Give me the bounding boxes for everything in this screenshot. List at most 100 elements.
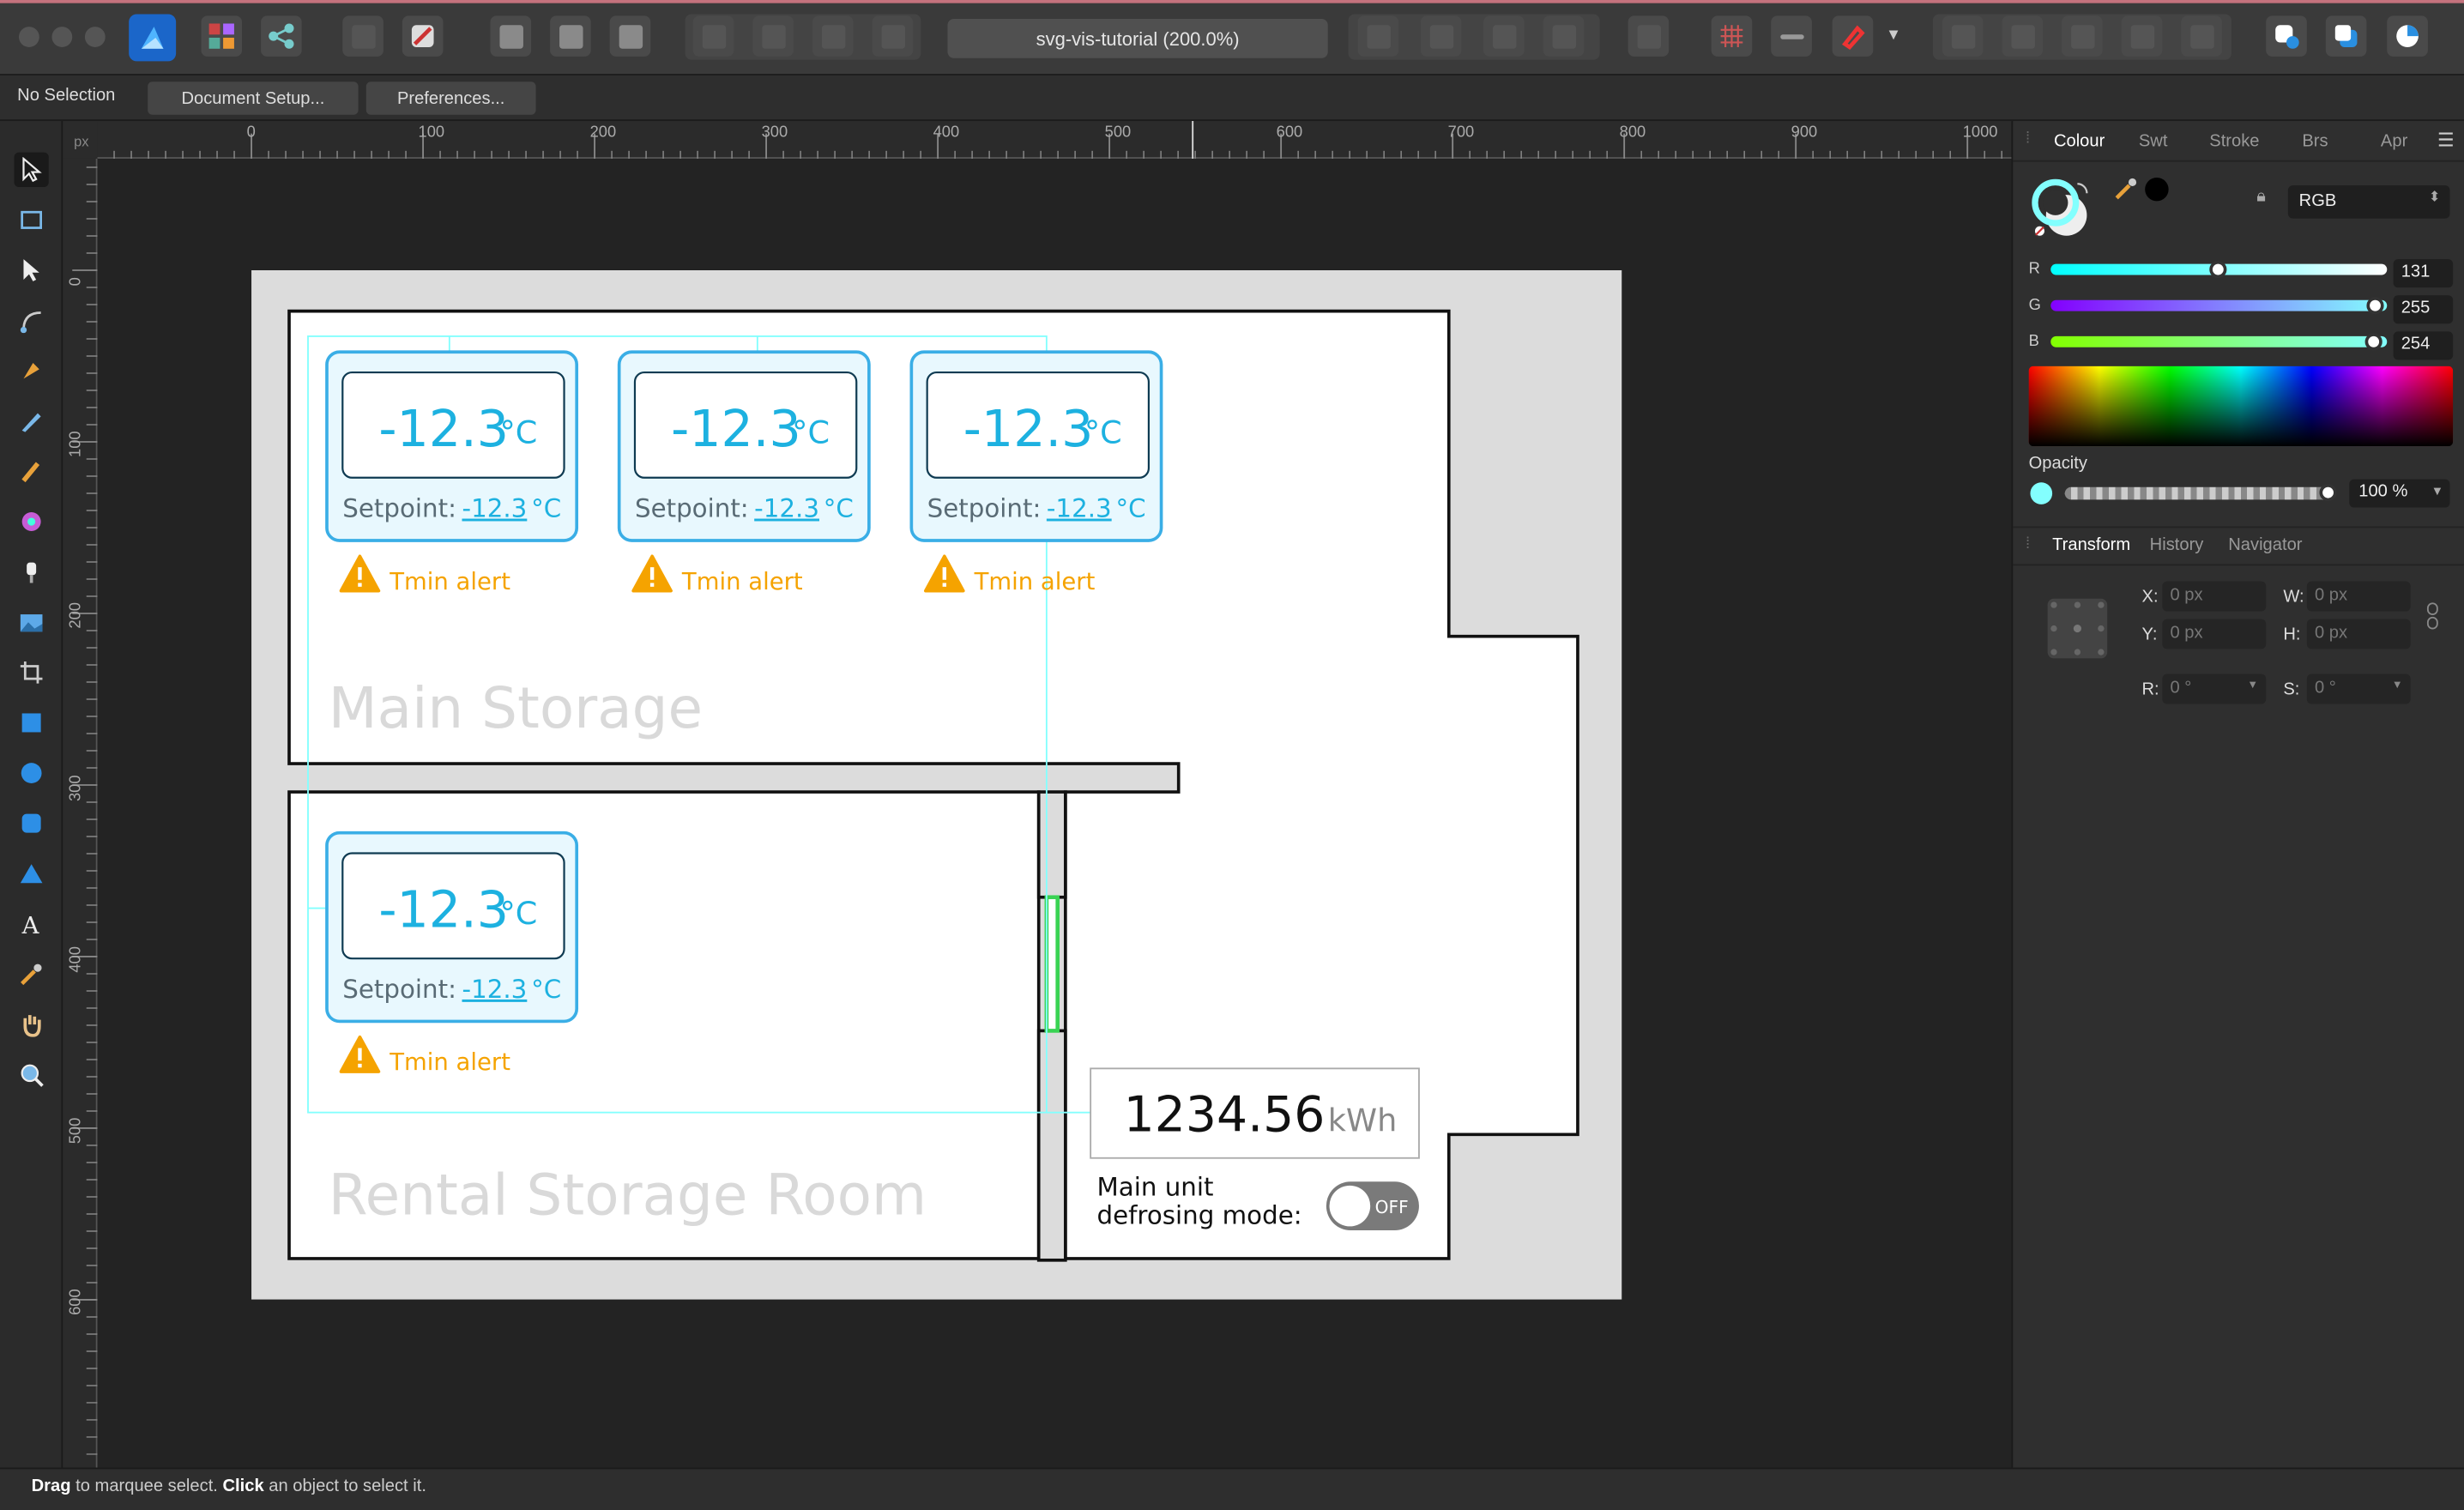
opacity-slider[interactable] xyxy=(2064,486,2333,500)
grid-icon[interactable] xyxy=(1711,15,1753,57)
channel-slider[interactable] xyxy=(2050,335,2388,347)
tab-brushes[interactable]: Brs xyxy=(2302,132,2328,151)
subtract-boolean-icon[interactable] xyxy=(2002,15,2044,57)
move-to-front-icon[interactable] xyxy=(872,15,914,57)
move-back-one-icon[interactable] xyxy=(752,15,794,57)
fill-stroke-well[interactable] xyxy=(2029,174,2101,240)
insert-inside-icon[interactable] xyxy=(2266,15,2307,57)
insert-behind-icon[interactable] xyxy=(2325,15,2367,57)
move-tool-icon[interactable] xyxy=(14,152,49,187)
channel-value-field[interactable]: 255 xyxy=(2393,295,2454,324)
align-icon[interactable] xyxy=(1628,15,1670,57)
view-hand-tool-icon[interactable] xyxy=(14,1007,48,1042)
shear-field[interactable]: 0 ° ▼ xyxy=(2306,673,2411,704)
setpoint-value[interactable]: -12.3 xyxy=(462,975,527,1004)
fill-tool-icon[interactable] xyxy=(14,504,48,539)
tab-history[interactable]: History xyxy=(2150,536,2204,555)
document-setup-button[interactable]: Document Setup... xyxy=(148,82,359,115)
tab-stroke[interactable]: Stroke xyxy=(2209,132,2259,151)
export-persona-icon[interactable] xyxy=(261,15,302,57)
x-field[interactable]: 0 px xyxy=(2162,581,2267,612)
window-minimize-button[interactable] xyxy=(51,27,73,47)
channel-value-field[interactable]: 131 xyxy=(2393,259,2454,288)
color-picker-tool-icon[interactable] xyxy=(14,957,48,991)
channel-slider-knob[interactable] xyxy=(2209,261,2227,279)
anchor-point-selector[interactable] xyxy=(2044,595,2111,661)
force-pixel-alignment-icon[interactable] xyxy=(402,15,444,57)
rectangle-tool-icon[interactable] xyxy=(14,705,48,740)
panel-grip-icon-2[interactable]: ⁞ xyxy=(2026,536,2030,553)
panel-menu-icon[interactable]: ☰ xyxy=(2437,129,2455,151)
channel-slider-knob[interactable] xyxy=(2366,297,2384,315)
crop-tool-icon[interactable] xyxy=(14,655,48,690)
colour-mode-select[interactable]: RGB ⬍ xyxy=(2287,185,2450,219)
designer-persona-icon[interactable] xyxy=(129,14,177,62)
window-close-button[interactable] xyxy=(18,27,39,47)
node-tool-icon[interactable] xyxy=(14,253,48,287)
snapping-options-icon[interactable] xyxy=(1771,15,1812,57)
snapping-magnet-icon[interactable] xyxy=(1832,15,1874,57)
transparency-tool-icon[interactable] xyxy=(14,554,48,589)
setpoint-value[interactable]: -12.3 xyxy=(462,494,527,523)
add-boolean-icon[interactable] xyxy=(1942,15,1984,57)
document-canvas[interactable]: Main Storage Rental Storage Room -12.3 °C… xyxy=(97,158,2012,1468)
channel-slider-knob[interactable] xyxy=(2364,333,2383,351)
move-to-back-icon[interactable] xyxy=(692,15,734,57)
rotate-right-icon[interactable] xyxy=(1543,15,1585,57)
ellipse-tool-icon[interactable] xyxy=(14,756,48,790)
xor-boolean-icon[interactable] xyxy=(2121,15,2163,57)
opacity-value-field[interactable]: 100 % ▼ xyxy=(2349,479,2450,508)
tab-appearance[interactable]: Apr xyxy=(2381,132,2407,151)
setpoint-value[interactable]: -12.3 xyxy=(1047,494,1112,523)
tab-navigator[interactable]: Navigator xyxy=(2228,536,2302,555)
divide-boolean-icon[interactable] xyxy=(2181,15,2222,57)
tab-swatches[interactable]: Swt xyxy=(2139,132,2168,151)
pen-tool-icon[interactable] xyxy=(14,353,48,388)
snap-to-grid-icon[interactable] xyxy=(490,15,532,57)
preferences-button[interactable]: Preferences... xyxy=(365,82,536,115)
colour-spectrum[interactable] xyxy=(2028,365,2454,447)
artistic-text-tool-icon[interactable]: A xyxy=(14,907,48,941)
artboard-tool-icon[interactable] xyxy=(14,202,48,237)
door-open[interactable] xyxy=(1044,895,1060,1033)
picked-colour-swatch[interactable] xyxy=(2145,177,2169,202)
panel-grip-icon[interactable]: ⁞ xyxy=(2026,130,2030,148)
eyedropper-icon[interactable] xyxy=(2114,176,2139,201)
tab-colour[interactable]: Colour xyxy=(2054,132,2105,151)
opacity-slider-knob[interactable] xyxy=(2319,484,2337,502)
flip-horizontal-icon[interactable] xyxy=(1357,15,1399,57)
channel-slider[interactable] xyxy=(2050,299,2388,311)
place-image-tool-icon[interactable] xyxy=(14,605,48,639)
pixel-persona-icon[interactable] xyxy=(201,15,243,57)
zoom-tool-icon[interactable] xyxy=(14,1058,48,1092)
y-field[interactable]: 0 px xyxy=(2162,619,2267,649)
intersect-boolean-icon[interactable] xyxy=(2062,15,2103,57)
move-forward-one-icon[interactable] xyxy=(812,15,854,57)
channel-value-field[interactable]: 254 xyxy=(2393,331,2454,360)
triangle-tool-icon[interactable] xyxy=(14,856,48,891)
pencil-tool-icon[interactable] xyxy=(14,404,48,438)
setpoint-value[interactable]: -12.3 xyxy=(754,494,819,523)
insert-top-icon[interactable] xyxy=(2387,15,2428,57)
window-zoom-button[interactable] xyxy=(84,27,106,47)
w-field[interactable]: 0 px xyxy=(2306,581,2411,612)
link-proportions-icon[interactable] xyxy=(2425,601,2440,630)
h-field[interactable]: 0 px xyxy=(2306,619,2411,649)
flip-vertical-icon[interactable] xyxy=(1420,15,1462,57)
tab-transform[interactable]: Transform xyxy=(2052,536,2130,555)
rotate-left-icon[interactable] xyxy=(1483,15,1525,57)
transform-mode-icon[interactable] xyxy=(609,15,651,57)
document-title[interactable]: svg-vis-tutorial (200.0%) xyxy=(947,18,1328,58)
horizontal-ruler[interactable]: 0 100 200 300 400 500 600 700 800 900 1000 xyxy=(97,121,2012,159)
pen-mode-icon[interactable] xyxy=(342,15,383,57)
rotation-field[interactable]: 0 ° ▼ xyxy=(2162,673,2267,704)
vertical-ruler[interactable]: 0 100 200 300 400 500 600 xyxy=(63,158,98,1468)
defrost-toggle[interactable]: OFF xyxy=(1326,1181,1419,1231)
snapping-dropdown-icon[interactable]: ▼ xyxy=(1886,27,1901,44)
defrost-toggle-knob[interactable] xyxy=(1329,1185,1371,1227)
lock-icon[interactable]: 🔒︎ xyxy=(2256,187,2266,208)
corner-tool-icon[interactable] xyxy=(14,303,48,337)
vector-brush-tool-icon[interactable] xyxy=(14,454,48,488)
snap-to-bounds-icon[interactable] xyxy=(550,15,591,57)
rounded-rectangle-tool-icon[interactable] xyxy=(14,806,48,841)
